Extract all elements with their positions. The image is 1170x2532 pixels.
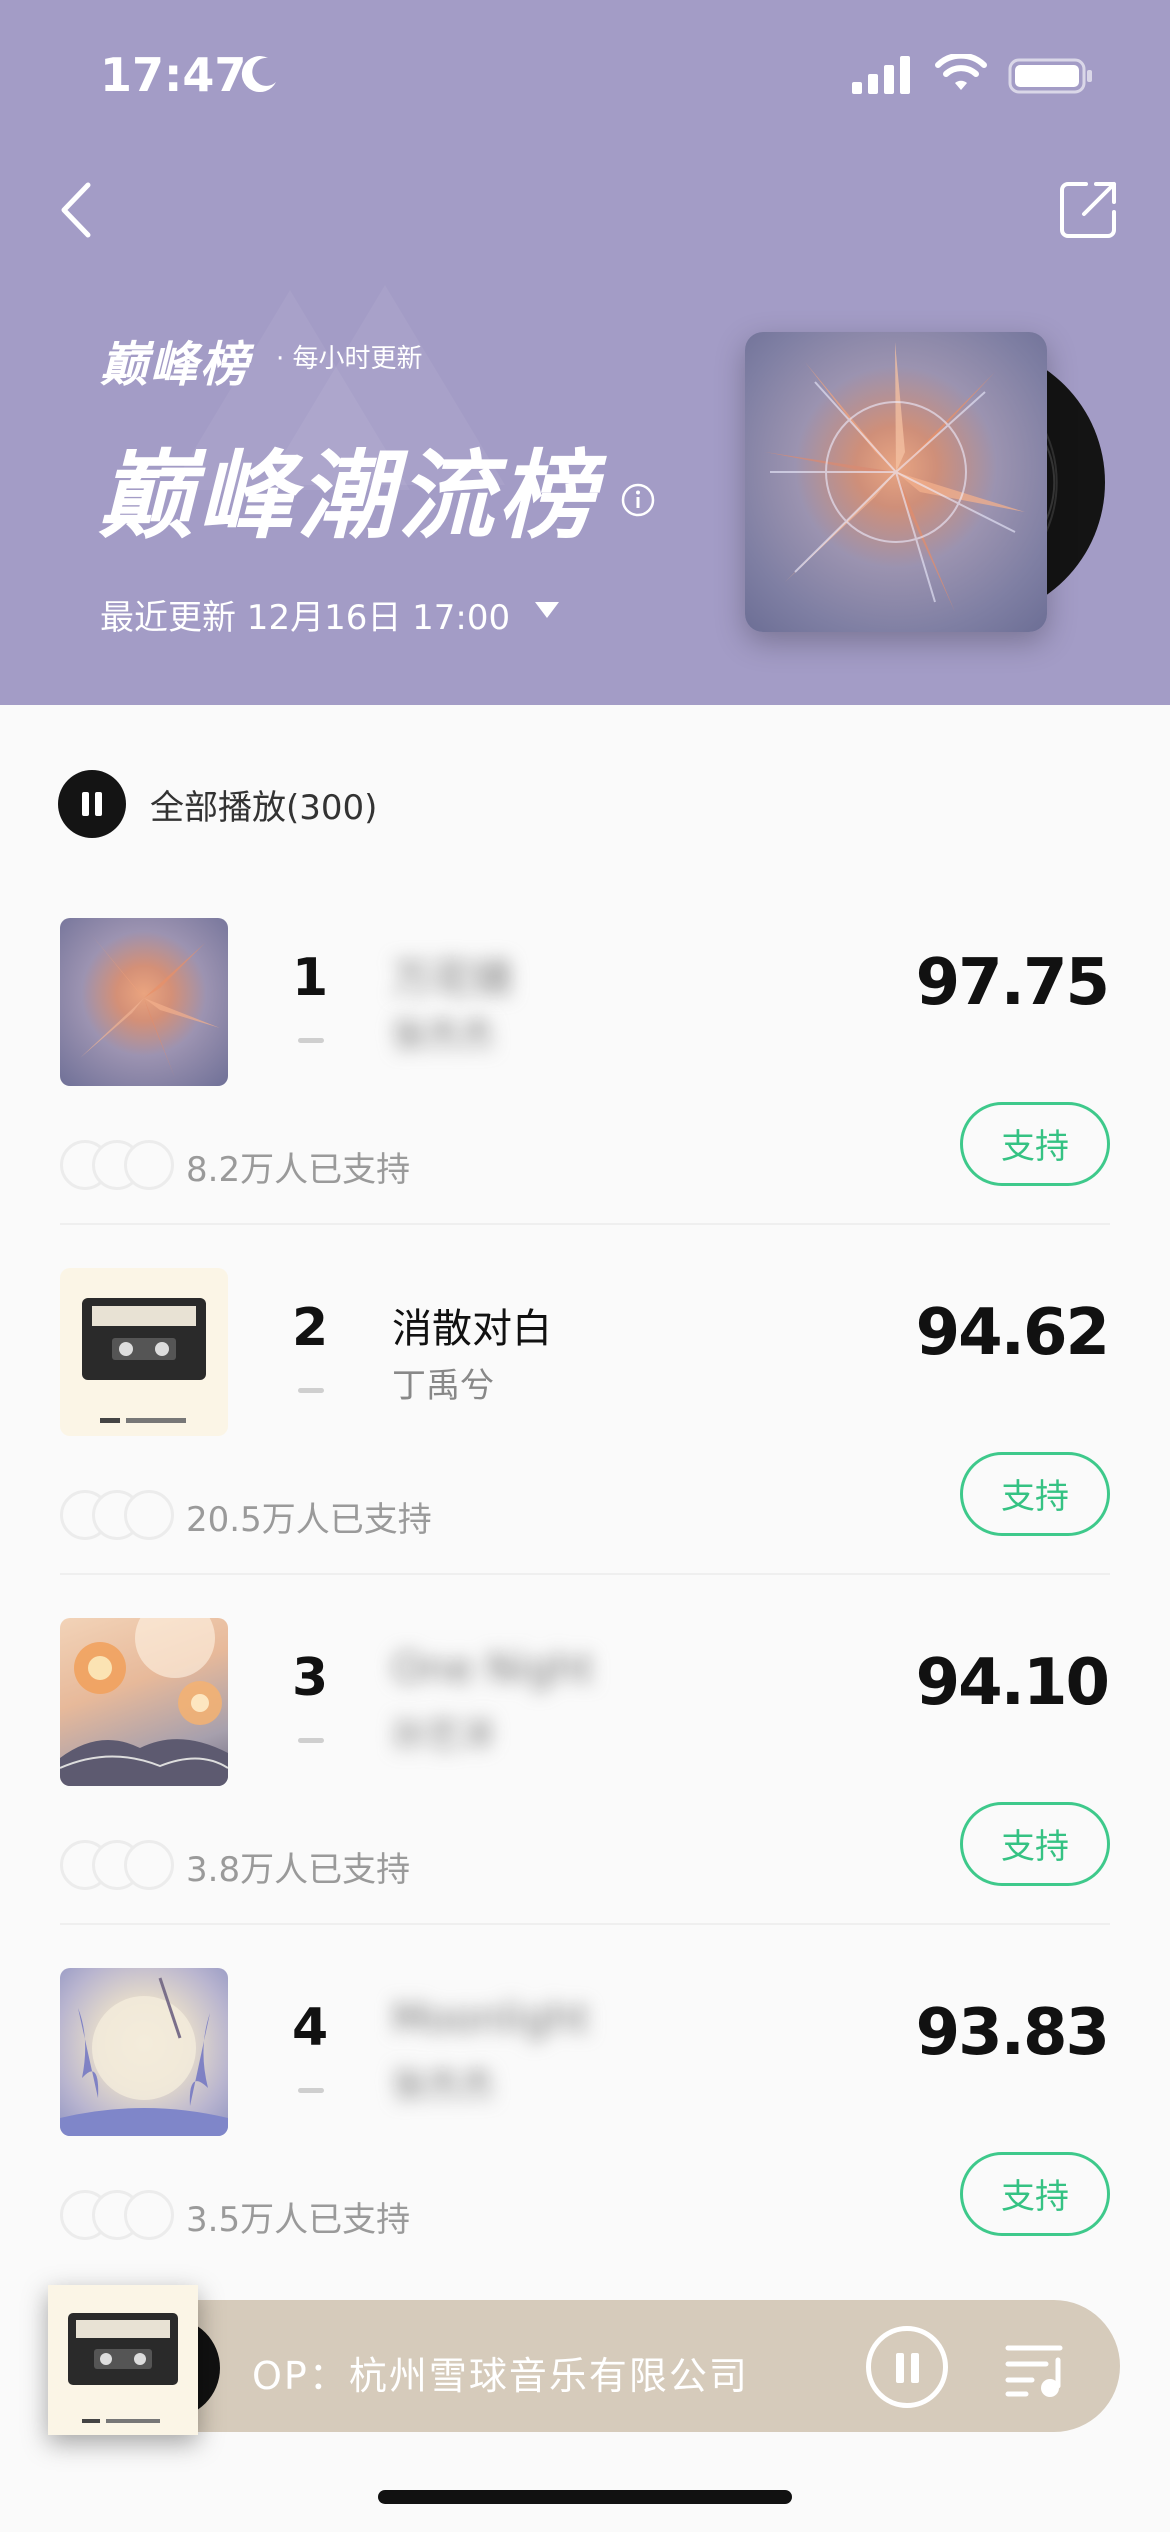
song-rank: 1	[292, 948, 329, 1008]
moon-icon	[241, 56, 276, 93]
mini-player-cover[interactable]	[48, 2285, 198, 2435]
song-title: 万花镜	[392, 956, 512, 1002]
song-title: Moonlight	[392, 1996, 590, 2042]
page-title: 巅峰潮流榜	[98, 440, 598, 552]
song-artist: 丁禹兮	[392, 1366, 494, 1406]
song-title: 消散对白	[392, 1306, 552, 1352]
rank-change-indicator	[298, 1388, 324, 1393]
song-artist: 张杰杰	[392, 1016, 494, 1056]
supporter-avatars	[60, 2190, 180, 2240]
song-row[interactable]: 3 One Night 孙艺洋 94.10 3.8万人已支持 支持	[0, 1618, 1170, 1968]
supporter-avatars	[60, 1490, 180, 1540]
support-count: 20.5万人已支持	[186, 1500, 432, 1540]
song-row[interactable]: 4 Moonlight 张杰杰 93.83 3.5万人已支持 支持	[0, 1968, 1170, 2318]
song-row[interactable]: 2 消散对白 丁禹兮 94.62 20.5万人已支持 支持	[0, 1268, 1170, 1618]
support-button[interactable]: 支持	[960, 1452, 1110, 1536]
supporter-avatars	[60, 1140, 180, 1190]
row-divider	[60, 1573, 1110, 1575]
chart-cover-art	[745, 332, 1047, 632]
song-artist: 孙艺洋	[392, 1716, 494, 1756]
back-icon[interactable]	[50, 175, 110, 245]
brand-logo: 巅峰榜	[100, 337, 251, 393]
support-count: 3.8万人已支持	[186, 1850, 411, 1890]
last-updated[interactable]: 最近更新 12月16日 17:00	[100, 590, 510, 639]
song-score: 94.62	[915, 1296, 1110, 1370]
playlist-icon[interactable]	[1002, 2334, 1070, 2402]
song-score: 94.10	[915, 1646, 1110, 1720]
row-divider	[60, 1223, 1110, 1225]
row-divider	[60, 1923, 1110, 1925]
share-icon[interactable]	[1058, 178, 1120, 240]
song-title: One Night	[392, 1646, 594, 1692]
song-cover	[60, 1968, 228, 2136]
support-count: 3.5万人已支持	[186, 2200, 411, 2240]
song-score: 93.83	[915, 1996, 1110, 2070]
rank-change-indicator	[298, 1738, 324, 1743]
song-rank: 2	[292, 1298, 329, 1358]
now-playing-text[interactable]: OP：杭州雪球音乐有限公司	[252, 2345, 749, 2400]
song-cover	[60, 1268, 228, 1436]
support-count: 8.2万人已支持	[186, 1150, 411, 1190]
home-indicator	[378, 2490, 792, 2504]
play-all-label[interactable]: 全部播放(300)	[150, 780, 377, 829]
song-cover	[60, 1618, 228, 1786]
song-rank: 4	[292, 1998, 329, 2058]
update-frequency: · 每小时更新	[276, 344, 423, 374]
play-all-pause-button[interactable]	[58, 770, 126, 838]
support-button[interactable]: 支持	[960, 1102, 1110, 1186]
chart-header: 17:47 巅峰榜 · 每小时更新 巅峰潮流榜 最近更新 12月16日 17:0…	[0, 0, 1170, 705]
song-cover	[60, 918, 228, 1086]
pause-button[interactable]	[866, 2326, 948, 2408]
rank-change-indicator	[298, 2088, 324, 2093]
caret-down-icon[interactable]	[535, 602, 559, 618]
song-rank: 3	[292, 1648, 329, 1708]
support-button[interactable]: 支持	[960, 1802, 1110, 1886]
support-button[interactable]: 支持	[960, 2152, 1110, 2236]
rank-change-indicator	[298, 1038, 324, 1043]
signal-icon	[852, 56, 910, 94]
wifi-icon	[935, 54, 987, 90]
battery-icon	[1008, 58, 1092, 94]
status-time: 17:47	[100, 48, 247, 102]
song-score: 97.75	[915, 946, 1110, 1020]
song-artist: 张杰杰	[392, 2066, 494, 2106]
song-row[interactable]: 1 万花镜 张杰杰 97.75 8.2万人已支持 支持	[0, 918, 1170, 1268]
supporter-avatars	[60, 1840, 180, 1890]
info-icon[interactable]	[620, 482, 656, 518]
